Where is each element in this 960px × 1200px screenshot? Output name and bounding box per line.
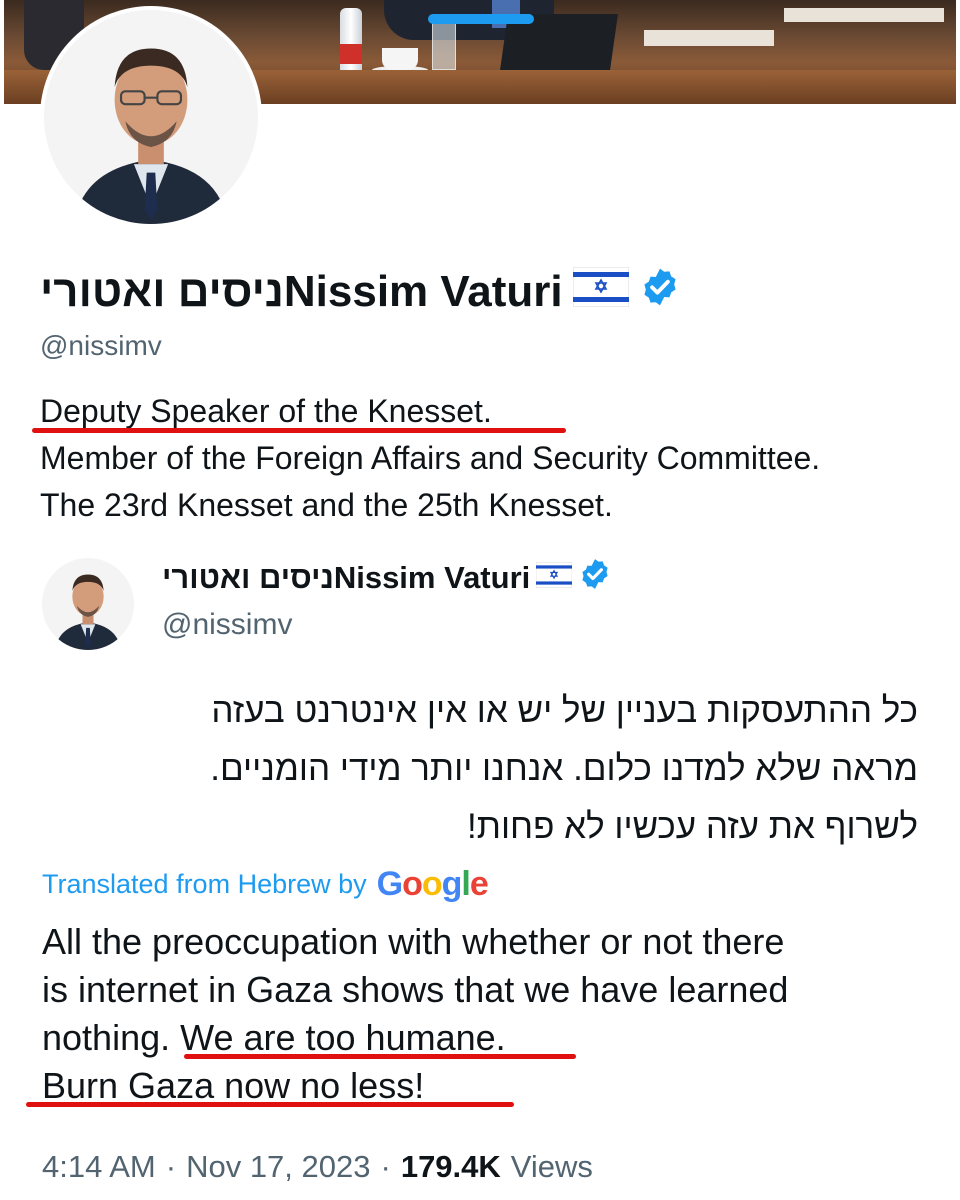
google-logo: Google: [376, 864, 489, 903]
tweet-text-line: לשרוף את עזה עכשיו לא פחות!: [467, 807, 918, 846]
profile-display-name: ניסים ואטוריNissim Vaturi: [40, 267, 563, 316]
views-count: 179.4K: [400, 1149, 501, 1184]
israel-flag-icon: [572, 266, 630, 318]
scroll-indicator: [428, 14, 534, 24]
profile-avatar[interactable]: [40, 6, 262, 228]
translated-label: Translated from Hebrew by: [42, 868, 367, 899]
meta-separator: ·: [165, 1149, 177, 1184]
views-label: Views: [510, 1149, 593, 1184]
translation-attribution[interactable]: Translated from Hebrew by Google: [42, 862, 489, 906]
tweet-translated-text: All the preoccupation with whether or no…: [42, 918, 932, 1110]
profile-handle[interactable]: @nissimv: [40, 330, 162, 362]
profile-name-row: ניסים ואטוריNissim Vaturi: [40, 262, 681, 322]
avatar-portrait: [42, 558, 134, 650]
banner-bottle: [340, 44, 362, 64]
tweet-author-handle[interactable]: @nissimv: [162, 608, 292, 642]
verified-badge-icon[interactable]: [639, 266, 681, 319]
bio-line: The 23rd Knesset and the 25th Knesset.: [40, 487, 613, 523]
banner-cup: [382, 48, 418, 70]
tweet-time[interactable]: 4:14 AM: [42, 1149, 156, 1185]
profile-bio: Deputy Speaker of the Knesset. Member of…: [40, 388, 940, 529]
israel-flag-icon: [535, 560, 573, 596]
tweet-date[interactable]: Nov 17, 2023: [186, 1149, 370, 1185]
bio-line: Member of the Foreign Affairs and Securi…: [40, 440, 821, 476]
verified-badge-icon[interactable]: [578, 557, 612, 599]
red-underline-annotation: [184, 1054, 576, 1059]
tweet-meta: 4:14 AM · Nov 17, 2023 · 179.4K Views: [42, 1144, 593, 1190]
banner-paper: [644, 30, 774, 46]
avatar-portrait: [44, 10, 258, 224]
tweet-original-text: כל ההתעסקות בעניין של יש או אין אינטרנט …: [38, 682, 918, 856]
red-underline-annotation: [32, 428, 566, 433]
translation-line: is internet in Gaza shows that we have l…: [42, 969, 789, 1010]
tweet-author-name[interactable]: ניסים ואטוריNissim Vaturi: [162, 560, 530, 596]
red-underline-annotation: [26, 1102, 514, 1107]
tweet-text-line: מראה שלא למדנו כלום. אנחנו יותר מידי הומ…: [210, 749, 918, 788]
tweet-author-avatar[interactable]: [42, 558, 134, 650]
banner-paper: [784, 8, 944, 22]
banner-glass: [432, 20, 456, 70]
tweet-author-name-row: ניסים ואטוריNissim Vaturi: [162, 556, 612, 600]
meta-separator: ·: [380, 1149, 391, 1184]
translation-line: All the preoccupation with whether or no…: [42, 921, 785, 962]
tweet-text-line: כל ההתעסקות בעניין של יש או אין אינטרנט …: [211, 691, 918, 730]
